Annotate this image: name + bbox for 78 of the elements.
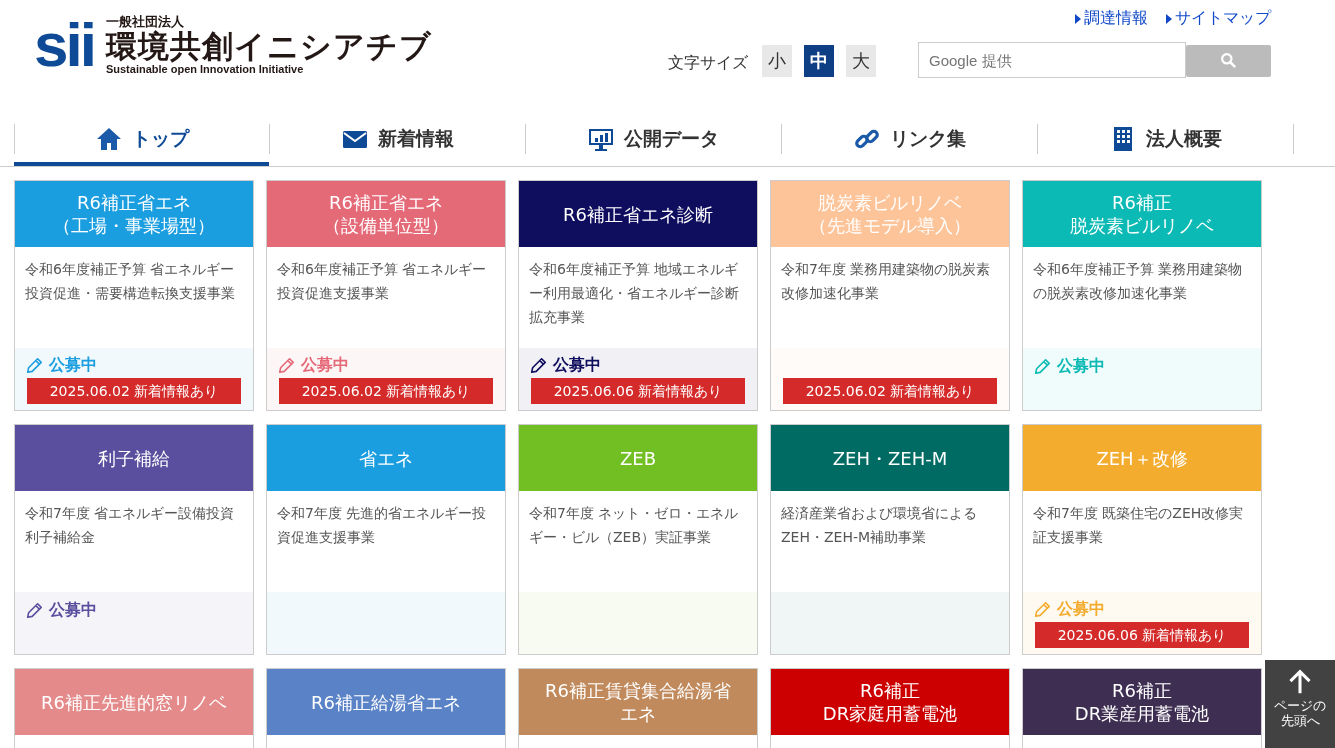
search-icon — [1220, 52, 1237, 69]
card-title: R6補正 DR家庭用蓄電池 — [771, 669, 1009, 735]
org-name: 環境共創イニシアチブ — [105, 29, 432, 64]
status-label: 公募中 — [1057, 356, 1105, 377]
nav-tab[interactable]: 法人概要 — [1038, 124, 1294, 154]
status-label: 公募中 — [49, 355, 97, 376]
header-link[interactable]: サイトマップ — [1166, 8, 1271, 29]
news-badge[interactable]: 2025.06.02 新着情報あり — [27, 378, 241, 404]
nav-tab[interactable]: リンク集 — [782, 124, 1038, 154]
card-title: ZEH＋改修 — [1023, 425, 1261, 491]
card-title: R6補正省エネ診断 — [519, 181, 757, 247]
status-label: 公募中 — [301, 355, 349, 376]
font-size-button[interactable]: 大 — [846, 44, 876, 77]
pencil-icon — [529, 356, 547, 375]
card-description: 令和6年度補正予算 省エネルギー投資促進支援事業 — [276, 260, 488, 303]
logo-mark[interactable]: sii — [34, 14, 94, 76]
org-type: 一般社団法人 — [105, 14, 185, 30]
card-description: 令和7年度 業務用建築物の脱炭素改修加速化事業 — [780, 260, 992, 303]
program-card[interactable]: R6補正省エネ （設備単位型） 令和6年度補正予算 省エネルギー投資促進支援事業 公募中 2025.06.02 新着情報あり — [266, 180, 506, 411]
card-title: 利子補給 — [15, 425, 253, 491]
search-field[interactable]: Google 提供 — [918, 42, 1186, 78]
card-description: 経済産業省および環境省によるZEH・ZEH-M補助事業 — [780, 504, 978, 547]
program-card[interactable]: 利子補給 令和7年度 省エネルギー設備投資利子補給金 公募中 — [14, 424, 254, 655]
program-card[interactable]: ZEH・ZEH-M 経済産業省および環境省によるZEH・ZEH-M補助事業 — [770, 424, 1010, 655]
pencil-icon — [25, 601, 43, 620]
triangle-icon — [1075, 13, 1081, 24]
card-title: R6補正 DR業産用蓄電池 — [1023, 669, 1261, 735]
nav-tab[interactable]: 公開データ — [526, 124, 782, 154]
status-label: 公募中 — [553, 355, 601, 376]
font-size-button[interactable]: 中 — [804, 44, 834, 77]
card-description: 令和6年度補正予算 地域エネルギー利用最適化・省エネルギー診断拡充事業 — [528, 260, 740, 327]
pencil-icon — [1033, 600, 1051, 619]
pencil-icon — [277, 356, 295, 375]
home-icon — [95, 126, 122, 152]
card-description: 令和7年度 先進的省エネルギー投資促進支援事業 — [276, 504, 488, 547]
font-size-label: 文字サイズ — [668, 53, 748, 74]
card-description: 令和6年度補正予算 省エネルギー投資促進・需要構造転換支援事業 — [24, 260, 236, 303]
font-size-button[interactable]: 小 — [762, 44, 792, 77]
card-title: R6補正 脱炭素ビルリノベ — [1023, 181, 1261, 247]
nav-tab[interactable]: 新着情報 — [270, 124, 526, 154]
program-card[interactable]: 省エネ 令和7年度 先進的省エネルギー投資促進支援事業 — [266, 424, 506, 655]
card-title: R6補正先進的窓リノベ — [15, 669, 253, 735]
program-card[interactable]: R6補正給湯省エネ — [266, 668, 506, 748]
triangle-icon — [1166, 13, 1172, 24]
news-badge[interactable]: 2025.06.06 新着情報あり — [531, 378, 745, 404]
program-card[interactable]: R6補正 DR家庭用蓄電池 — [770, 668, 1010, 748]
card-title: R6補正賃貸集合給湯省 エネ — [519, 669, 757, 735]
status-label: 公募中 — [1057, 599, 1105, 620]
card-title: 省エネ — [267, 425, 505, 491]
org-english: Sustainable open Innovation Initiative — [105, 63, 305, 76]
up-arrow-icon — [1287, 668, 1313, 696]
news-badge[interactable]: 2025.06.06 新着情報あり — [1035, 622, 1249, 648]
card-title: R6補正省エネ （設備単位型） — [267, 181, 505, 247]
news-badge[interactable]: 2025.06.02 新着情報あり — [279, 378, 493, 404]
status-label: 公募中 — [49, 600, 97, 621]
card-description: 令和7年度 省エネルギー設備投資利子補給金 — [24, 504, 236, 547]
card-description: 令和7年度 ネット・ゼロ・エネルギー・ビル（ZEB）実証事業 — [528, 504, 740, 547]
pencil-icon — [1033, 357, 1051, 376]
card-title: 脱炭素ビルリノベ （先進モデル導入） — [771, 181, 1009, 247]
card-title: R6補正給湯省エネ — [267, 669, 505, 735]
program-card[interactable]: R6補正省エネ診断 令和6年度補正予算 地域エネルギー利用最適化・省エネルギー診断拡充事業 公募中 2025.06.06 新着情報あり — [518, 180, 758, 411]
card-description: 令和7年度 既築住宅のZEH改修実証支援事業 — [1032, 504, 1245, 547]
card-title: R6補正省エネ （工場・事業場型） — [15, 181, 253, 247]
program-card[interactable]: 脱炭素ビルリノベ （先進モデル導入） 令和7年度 業務用建築物の脱炭素改修加速化事業 2025.06.02 新着情報あり — [770, 180, 1010, 411]
program-card[interactable]: R6補正 DR業産用蓄電池 — [1022, 668, 1262, 748]
program-card[interactable]: R6補正省エネ （工場・事業場型） 令和6年度補正予算 省エネルギー投資促進・需要構造転換支援事業 公募中 2025.06.02 新着情報あり — [14, 180, 254, 411]
search-button[interactable] — [1186, 44, 1271, 77]
card-description: 令和6年度補正予算 業務用建築物の脱炭素改修加速化事業 — [1032, 260, 1244, 303]
program-card[interactable]: ZEH＋改修 令和7年度 既築住宅のZEH改修実証支援事業 公募中 2025.06.06 新着情報あり — [1022, 424, 1262, 655]
news-badge[interactable]: 2025.06.02 新着情報あり — [783, 378, 997, 404]
header-link[interactable]: 調達情報 — [1075, 8, 1148, 29]
pencil-icon — [25, 356, 43, 375]
program-card[interactable]: R6補正 脱炭素ビルリノベ 令和6年度補正予算 業務用建築物の脱炭素改修加速化事業 公募中 — [1022, 180, 1262, 411]
program-card[interactable]: ZEB 令和7年度 ネット・ゼロ・エネルギー・ビル（ZEB）実証事業 — [518, 424, 758, 655]
page-top-button[interactable]: ページの 先頭へ — [1265, 660, 1335, 748]
monitor-chart-icon — [588, 126, 614, 152]
card-title: ZEH・ZEH-M — [771, 425, 1009, 491]
card-title: ZEB — [519, 425, 757, 491]
